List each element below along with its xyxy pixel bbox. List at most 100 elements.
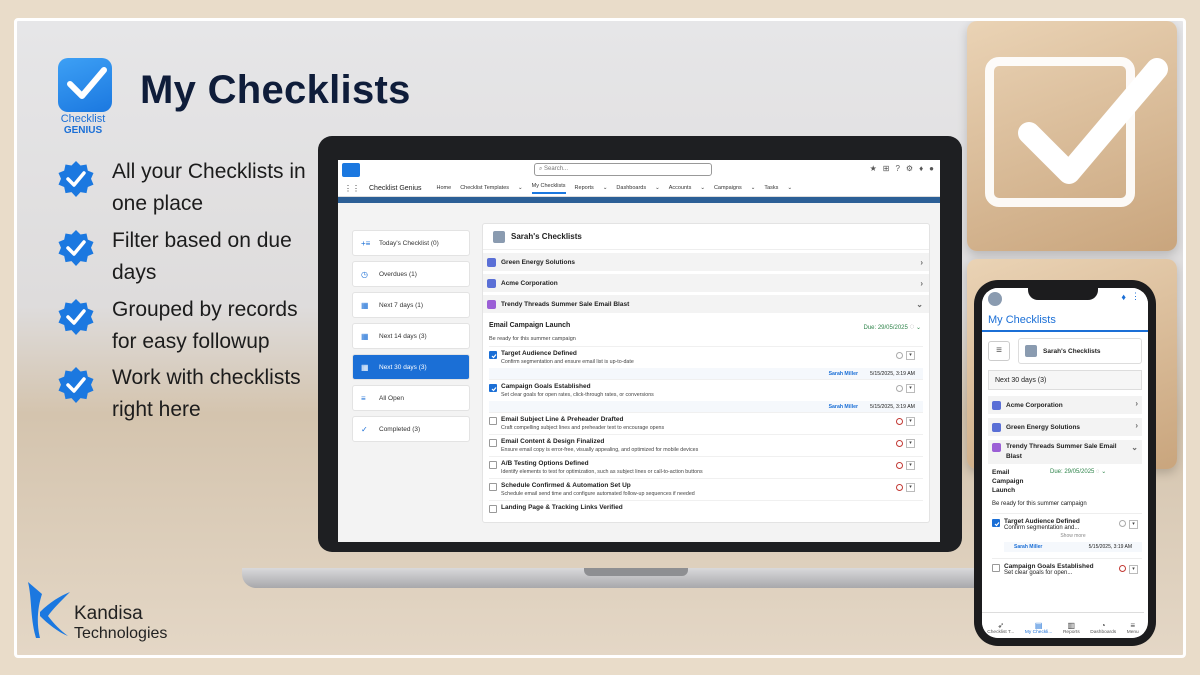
task-item: Campaign Goals Established Set clear goa… <box>489 379 923 401</box>
nav-campaigns[interactable]: Campaigns <box>714 185 742 191</box>
task-checkbox[interactable] <box>489 505 497 513</box>
filter-overdues[interactable]: ◷ Overdues (1) <box>352 261 470 287</box>
task-menu-button[interactable]: ▾ <box>906 439 915 448</box>
help-icon[interactable]: ? <box>895 164 899 173</box>
feature-item: Work with checklists right here <box>56 362 316 426</box>
task-menu-button[interactable]: ▾ <box>906 417 915 426</box>
mobile-filter[interactable]: Next 30 days (3) <box>988 370 1142 390</box>
block-icon[interactable] <box>896 385 903 392</box>
task-menu-button[interactable]: ▾ <box>1129 565 1138 574</box>
group-trendy-threads[interactable]: Trendy Threads Summer Sale Email Blast ⌄ <box>483 295 929 313</box>
completed-by[interactable]: Sarah Miller <box>829 371 858 377</box>
task-checkbox[interactable] <box>992 564 1000 572</box>
feature-text: All your Checklists in one place <box>112 160 306 215</box>
mobile-due-text: Due: 29/05/2025 <box>1050 469 1095 475</box>
verified-badge-icon <box>58 299 94 335</box>
nav-tasks[interactable]: Tasks <box>764 185 778 191</box>
checkmark-icon <box>491 353 496 358</box>
tab-my-checklists[interactable]: ▤ My Checkli... <box>1025 621 1052 635</box>
filter-todays-checklist[interactable]: +≡ Today's Checklist (0) <box>352 230 470 256</box>
chevron-down-icon[interactable]: ⌄ <box>518 185 523 191</box>
block-icon[interactable] <box>896 418 903 425</box>
task-item: Email Content & Design Finalized Ensure … <box>489 434 923 456</box>
nav-dashboards[interactable]: Dashboards <box>616 185 646 191</box>
nav-reports[interactable]: Reports <box>575 185 594 191</box>
filter-label: All Open <box>379 394 404 402</box>
block-icon[interactable] <box>1119 565 1126 572</box>
nav-home[interactable]: Home <box>437 185 452 191</box>
block-icon[interactable] <box>896 484 903 491</box>
task-name: Landing Page & Tracking Links Verified <box>501 504 623 511</box>
chevron-down-icon[interactable]: ⌄ <box>1101 469 1106 475</box>
block-icon[interactable] <box>896 462 903 469</box>
mobile-tab-bar: ➶ Checklist T... ▤ My Checkli... ▥ Reports … <box>982 612 1144 638</box>
chevron-down-icon[interactable]: ⌄ <box>700 185 705 191</box>
chevron-down-icon[interactable]: ⌄ <box>787 185 792 191</box>
task-menu-button[interactable]: ▾ <box>906 461 915 470</box>
task-desc: Identify elements to test for optimizati… <box>501 469 703 475</box>
filter-all-open[interactable]: ≡ All Open <box>352 385 470 411</box>
feature-text: Filter based on due days <box>112 229 292 284</box>
show-more-link[interactable]: Show more <box>1004 533 1142 539</box>
mobile-group-trendy-threads[interactable]: Trendy Threads Summer Sale Email Blast ⌄ <box>988 440 1142 464</box>
bell-icon[interactable]: ♦ <box>1121 292 1126 302</box>
task-checkbox[interactable] <box>489 439 497 447</box>
task-checkbox[interactable] <box>489 483 497 491</box>
task-menu-button[interactable]: ▾ <box>906 384 915 393</box>
task-desc: Set clear goals for open rates, click-th… <box>501 392 654 398</box>
task-name: Campaign Goals Established <box>501 383 591 390</box>
completed-by[interactable]: Sarah Miller <box>1014 544 1042 550</box>
app-launcher-icon[interactable]: ⋮⋮ <box>344 184 360 193</box>
task-checkbox[interactable] <box>489 417 497 425</box>
filter-panel: +≡ Today's Checklist (0) ◷ Overdues (1) ▦ N… <box>352 230 470 447</box>
mobile-group-green-energy[interactable]: Green Energy Solutions › <box>988 418 1142 436</box>
task-menu-button[interactable]: ▾ <box>1129 520 1138 529</box>
tab-reports[interactable]: ▥ Reports <box>1063 621 1080 635</box>
chevron-right-icon: › <box>1135 399 1138 408</box>
nav-accounts[interactable]: Accounts <box>669 185 692 191</box>
task-menu-button[interactable]: ▾ <box>906 351 915 360</box>
chevron-down-icon[interactable]: ⌄ <box>916 325 921 331</box>
task-checkbox[interactable] <box>992 519 1000 527</box>
block-icon[interactable] <box>1119 520 1126 527</box>
chevron-down-icon[interactable]: ⌄ <box>603 185 608 191</box>
task-checkbox[interactable] <box>489 461 497 469</box>
task-name: Target Audience Defined <box>501 350 577 357</box>
group-label: Green Energy Solutions <box>501 258 576 266</box>
tab-menu[interactable]: ≡ Menu <box>1127 621 1139 635</box>
chevron-down-icon[interactable]: ⌄ <box>751 185 756 191</box>
nav-my-checklists[interactable]: My Checklists <box>531 183 566 194</box>
task-menu-button[interactable]: ▾ <box>906 483 915 492</box>
tab-checklist-templates[interactable]: ➶ Checklist T... <box>987 621 1014 635</box>
bell-icon[interactable]: ♦ <box>919 164 923 173</box>
mobile-screen: ♦ ⋮ My Checklists ≡ Sarah's Checklists N… <box>982 288 1148 638</box>
app-logo <box>342 163 360 177</box>
more-icon[interactable]: ⋮ <box>1131 291 1140 302</box>
gear-icon[interactable]: ⚙ <box>906 164 913 173</box>
mobile-group-acme[interactable]: Acme Corporation › <box>988 396 1142 414</box>
task-checkbox[interactable] <box>489 384 497 392</box>
group-acme[interactable]: Acme Corporation › <box>483 274 929 292</box>
tab-dashboards[interactable]: ◔ Dashboards <box>1090 621 1116 635</box>
task-actions: ▾ <box>896 417 915 426</box>
nav-checklist-templates[interactable]: Checklist Templates <box>460 185 509 191</box>
list-icon: ≡ <box>361 393 366 403</box>
group-label: Trendy Threads Summer Sale Email Blast <box>1006 443 1117 460</box>
hamburger-icon[interactable]: ≡ <box>988 341 1010 361</box>
avatar[interactable]: ● <box>929 164 934 173</box>
task-checkbox[interactable] <box>489 351 497 359</box>
add-icon[interactable]: ⊞ <box>883 164 890 173</box>
filter-next-14-days[interactable]: ▦ Next 14 days (3) <box>352 323 470 349</box>
block-icon[interactable] <box>896 440 903 447</box>
block-icon[interactable] <box>896 352 903 359</box>
favorites-icon[interactable]: ★ <box>870 164 877 173</box>
filter-next-30-days[interactable]: ▦ Next 30 days (3) <box>352 354 470 380</box>
completed-by[interactable]: Sarah Miller <box>829 404 858 410</box>
avatar[interactable] <box>988 292 1002 306</box>
filter-completed[interactable]: ✓ Completed (3) <box>352 416 470 442</box>
chevron-down-icon[interactable]: ⌄ <box>655 185 660 191</box>
filter-next-7-days[interactable]: ▦ Next 7 days (1) <box>352 292 470 318</box>
due-text: Due: 29/05/2025 <box>863 325 908 331</box>
group-green-energy[interactable]: Green Energy Solutions › <box>483 253 929 271</box>
search-input[interactable]: ⌕ Search... <box>534 163 712 176</box>
